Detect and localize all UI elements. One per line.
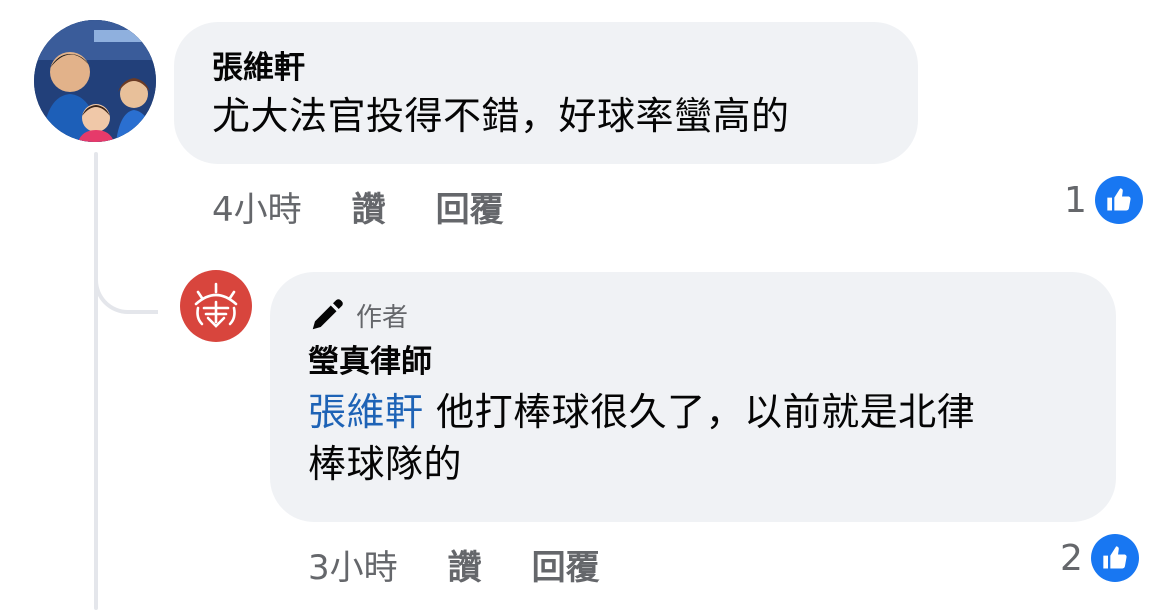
avatar-photo <box>34 20 156 142</box>
reply-like-button[interactable]: 讚 <box>448 540 482 589</box>
reply-actions: 3小時 讚 回覆 <box>308 540 600 589</box>
author-badge: 作者 <box>308 296 408 334</box>
comment-reply-button[interactable]: 回覆 <box>436 182 504 231</box>
comment-like-button[interactable]: 讚 <box>352 182 386 231</box>
comment-author[interactable]: 張維軒 <box>212 50 305 87</box>
thumbs-up-icon <box>1094 176 1143 224</box>
comment-text: 尤大法官投得不錯，好球率蠻高的 <box>212 94 790 138</box>
reply-author-avatar[interactable] <box>180 270 252 342</box>
author-badge-label: 作者 <box>356 302 409 333</box>
mention-link[interactable]: 張維軒 <box>308 390 424 434</box>
pen-icon <box>312 299 343 330</box>
reply-text: 張維軒 他打棒球很久了，以前就是北律棒球隊的 <box>308 386 1088 491</box>
thumbs-up-icon <box>1090 534 1139 582</box>
reply-reaction-count: 2 <box>1060 537 1083 579</box>
reply-text-line2: 棒球隊的 <box>308 442 463 487</box>
reply-timestamp[interactable]: 3小時 <box>308 540 398 589</box>
reply-reactions[interactable]: 2 <box>1060 534 1139 582</box>
reply-text-line1: 他打棒球很久了，以前就是北律 <box>423 390 976 434</box>
thread-connector <box>94 240 158 314</box>
thread-line <box>94 152 98 610</box>
comment-reaction-count: 1 <box>1064 179 1087 221</box>
firm-logo-icon <box>194 282 238 328</box>
reply-author[interactable]: 瑩真律師 <box>308 344 432 381</box>
comment-timestamp[interactable]: 4小時 <box>212 182 302 231</box>
comment-actions: 4小時 讚 回覆 <box>212 182 504 231</box>
comment-reactions[interactable]: 1 <box>1064 176 1143 224</box>
reply-reply-button[interactable]: 回覆 <box>532 540 600 589</box>
commenter-avatar[interactable] <box>34 20 156 142</box>
